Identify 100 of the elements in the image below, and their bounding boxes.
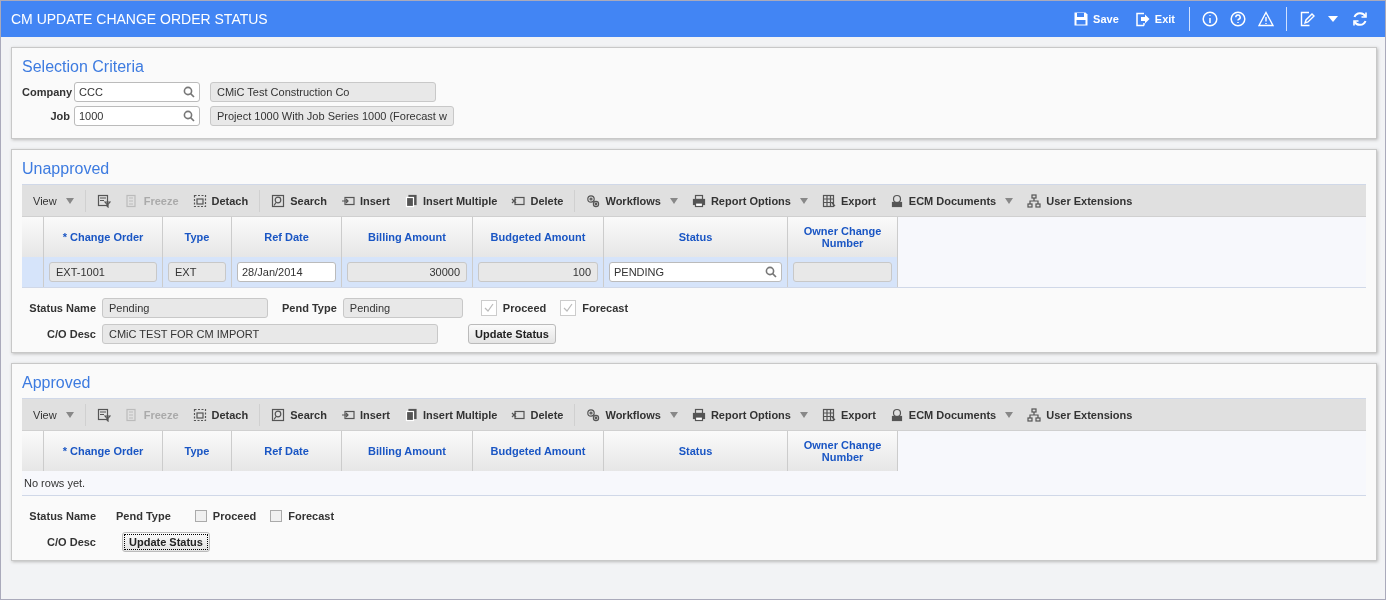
- workflows-button[interactable]: Workflows: [579, 407, 685, 422]
- window-title: CM UPDATE CHANGE ORDER STATUS: [11, 11, 269, 27]
- detach-button[interactable]: Detach: [185, 193, 256, 208]
- save-icon: [1073, 11, 1090, 27]
- column-header[interactable]: Owner Change Number: [788, 431, 898, 471]
- search-icon: [271, 407, 286, 422]
- caret-icon: [1327, 14, 1339, 24]
- column-header[interactable]: Owner Change Number: [788, 217, 898, 257]
- caret-icon: [669, 197, 678, 204]
- detach-icon: [192, 407, 207, 422]
- checkbox[interactable]: Forecast: [560, 300, 629, 316]
- amount-field: 30000: [347, 262, 467, 282]
- check-icon: [482, 302, 495, 314]
- section-title: Approved: [22, 374, 92, 392]
- field-label: Job: [49, 110, 70, 122]
- view-button[interactable]: View: [26, 194, 81, 207]
- column-header[interactable]: * Change Order: [44, 431, 163, 471]
- caret-icon: [1005, 411, 1014, 418]
- warning-icon: [1258, 11, 1274, 27]
- edit-icon: [1299, 11, 1315, 27]
- column-header[interactable]: Status: [604, 217, 788, 257]
- search-icon[interactable]: [183, 86, 195, 98]
- ecm-button[interactable]: ECM Documents: [882, 193, 1021, 208]
- column-header[interactable]: Ref Date: [232, 431, 342, 471]
- refresh-icon: [1351, 10, 1369, 28]
- search-icon[interactable]: [765, 266, 777, 278]
- field-label: Company: [22, 86, 70, 98]
- hierarchy-icon: [1027, 407, 1042, 422]
- delete-button[interactable]: Delete: [504, 407, 571, 422]
- readonly-field: EXT: [168, 262, 226, 282]
- description-field: Project 1000 With Job Series 1000 (Forecast w: [210, 106, 454, 126]
- update-status-button[interactable]: Update Status: [468, 324, 556, 344]
- pend-type-field: Pending: [342, 298, 463, 318]
- field-label: Pend Type: [116, 510, 171, 522]
- documents-pin-icon: [889, 193, 904, 208]
- description-field: CMiC Test Construction Co: [210, 82, 436, 102]
- checkbox[interactable]: Proceed: [194, 510, 257, 522]
- export-button[interactable]: Export: [814, 407, 883, 422]
- printer-icon: [691, 407, 706, 422]
- column-header[interactable]: Budgeted Amount: [473, 217, 604, 257]
- insert-button[interactable]: Insert: [333, 193, 397, 208]
- insert-button[interactable]: Insert: [333, 407, 397, 422]
- field-label: C/O Desc: [46, 328, 96, 340]
- search-button[interactable]: Search: [264, 407, 334, 422]
- extensions-button[interactable]: User Extensions: [1020, 193, 1140, 208]
- checkbox[interactable]: Proceed: [480, 300, 547, 316]
- section-title: Unapproved: [22, 160, 111, 178]
- filter-icon: [96, 407, 111, 422]
- search-icon[interactable]: [183, 110, 195, 122]
- column-header[interactable]: * Change Order: [44, 217, 163, 257]
- delete-button[interactable]: Delete: [504, 193, 571, 208]
- section-title: Selection Criteria: [22, 58, 145, 76]
- check-icon: [562, 302, 575, 314]
- caret-icon: [1005, 197, 1014, 204]
- date-field[interactable]: 28/Jan/2014: [237, 262, 336, 282]
- field-label: Status Name: [28, 510, 96, 522]
- freeze-icon: [124, 407, 139, 422]
- extensions-button[interactable]: User Extensions: [1020, 407, 1140, 422]
- column-header[interactable]: Ref Date: [232, 217, 342, 257]
- insert-multiple-button[interactable]: Insert Multiple: [396, 193, 505, 208]
- search-button[interactable]: Search: [264, 193, 334, 208]
- exit-button[interactable]: Exit: [1126, 11, 1183, 27]
- insert-multiple-button[interactable]: Insert Multiple: [396, 407, 505, 422]
- description-field: CMiC TEST FOR CM IMPORT: [102, 324, 438, 344]
- printer-icon: [691, 193, 706, 208]
- column-header[interactable]: Status: [604, 431, 788, 471]
- view-button[interactable]: View: [26, 408, 81, 421]
- detach-button[interactable]: Detach: [185, 407, 256, 422]
- gears-icon: [586, 407, 601, 422]
- filter-icon: [96, 193, 111, 208]
- hierarchy-icon: [1027, 193, 1042, 208]
- column-header[interactable]: Billing Amount: [342, 217, 473, 257]
- column-header[interactable]: Type: [163, 217, 232, 257]
- column-header[interactable]: Type: [163, 431, 232, 471]
- lookup-field[interactable]: CCC: [74, 82, 200, 102]
- column-header[interactable]: Billing Amount: [342, 431, 473, 471]
- field-label: C/O Desc: [46, 536, 96, 548]
- lookup-field[interactable]: 1000: [74, 106, 200, 126]
- spreadsheet-icon: [821, 407, 836, 422]
- update-status-button[interactable]: Update Status: [122, 532, 210, 552]
- workflows-button[interactable]: Workflows: [579, 193, 685, 208]
- freeze-icon: [124, 193, 139, 208]
- help-icon: [1230, 11, 1246, 27]
- caret-icon: [65, 197, 74, 204]
- detach-icon: [192, 193, 207, 208]
- gears-icon: [586, 193, 601, 208]
- report-button[interactable]: Report Options: [684, 407, 815, 422]
- ecm-button[interactable]: ECM Documents: [882, 407, 1021, 422]
- row-header-cell[interactable]: [22, 257, 44, 287]
- export-button[interactable]: Export: [814, 193, 883, 208]
- status-field[interactable]: PENDING: [609, 262, 782, 282]
- column-header[interactable]: Budgeted Amount: [473, 431, 604, 471]
- report-button[interactable]: Report Options: [684, 193, 815, 208]
- info-icon: [1202, 11, 1218, 27]
- caret-icon: [799, 197, 808, 204]
- empty-message: No rows yet.: [23, 476, 87, 491]
- save-button[interactable]: Save: [1065, 11, 1127, 27]
- caret-icon: [65, 411, 74, 418]
- checkbox[interactable]: Forecast: [270, 510, 335, 522]
- documents-icon: [403, 407, 418, 422]
